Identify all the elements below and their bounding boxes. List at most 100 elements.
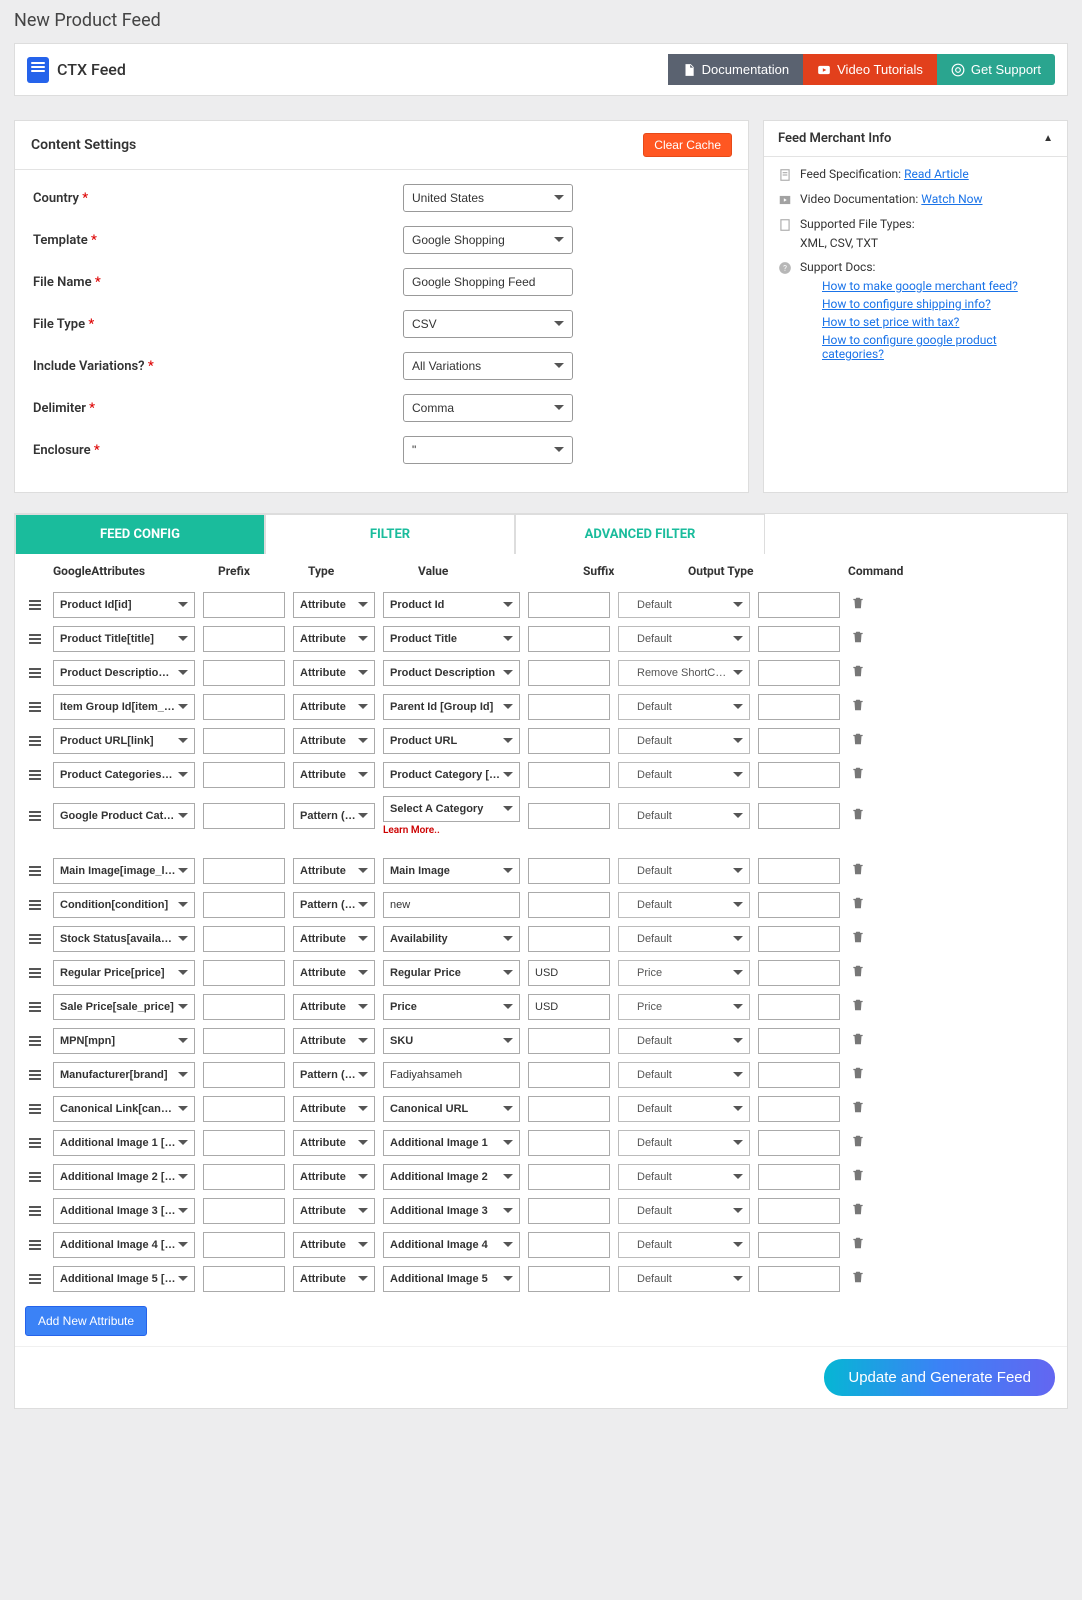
value-select[interactable]: Price [383,994,520,1020]
prefix-input[interactable] [203,660,285,686]
command-input[interactable] [758,858,840,884]
suffix-input[interactable] [528,858,610,884]
prefix-input[interactable] [203,626,285,652]
prefix-input[interactable] [203,592,285,618]
value-select[interactable]: Canonical URL [383,1096,520,1122]
type-select[interactable]: Attribute [293,728,375,754]
support-doc-link[interactable]: How to set price with tax? [822,315,959,329]
command-input[interactable] [758,1266,840,1292]
drag-handle-icon[interactable] [27,600,45,610]
prefix-input[interactable] [203,1232,285,1258]
value-select[interactable]: Additional Image 4 [383,1232,520,1258]
delete-row-button[interactable] [851,1032,865,1049]
output-type-select[interactable]: Default [618,728,750,754]
drag-handle-icon[interactable] [27,1138,45,1148]
drag-handle-icon[interactable] [27,736,45,746]
suffix-input[interactable] [528,762,610,788]
value-select[interactable]: Product Id [383,592,520,618]
get-support-button[interactable]: Get Support [937,54,1055,85]
delete-row-button[interactable] [851,1100,865,1117]
command-input[interactable] [758,892,840,918]
drag-handle-icon[interactable] [27,1240,45,1250]
prefix-input[interactable] [203,926,285,952]
google-attribute-select[interactable]: Product Id[id] [53,592,195,618]
value-input[interactable] [383,1062,520,1088]
type-select[interactable]: Attribute [293,592,375,618]
suffix-input[interactable] [528,626,610,652]
output-type-select[interactable]: Default [618,1130,750,1156]
value-select[interactable]: Availability [383,926,520,952]
prefix-input[interactable] [203,1028,285,1054]
delete-row-button[interactable] [851,698,865,715]
value-select[interactable]: Parent Id [Group Id] [383,694,520,720]
delete-row-button[interactable] [851,732,865,749]
watch-now-link[interactable]: Watch Now [921,192,982,206]
prefix-input[interactable] [203,1164,285,1190]
value-select[interactable]: Additional Image 2 [383,1164,520,1190]
drag-handle-icon[interactable] [27,811,45,821]
suffix-input[interactable] [528,1096,610,1122]
prefix-input[interactable] [203,892,285,918]
google-attribute-select[interactable]: Main Image[image_link [53,858,195,884]
delete-row-button[interactable] [851,1168,865,1185]
command-input[interactable] [758,762,840,788]
drag-handle-icon[interactable] [27,1206,45,1216]
prefix-input[interactable] [203,1062,285,1088]
delete-row-button[interactable] [851,630,865,647]
tab-advanced-filter[interactable]: ADVANCED FILTER [515,514,765,554]
suffix-input[interactable] [528,1164,610,1190]
type-select[interactable]: Attribute [293,960,375,986]
delete-row-button[interactable] [851,1066,865,1083]
value-select[interactable]: Product Description [383,660,520,686]
google-attribute-select[interactable]: Additional Image 3 [ad [53,1198,195,1224]
command-input[interactable] [758,994,840,1020]
command-input[interactable] [758,803,840,829]
output-type-select[interactable]: Default [618,1198,750,1224]
type-select[interactable]: Pattern (Sta [293,1062,375,1088]
google-attribute-select[interactable]: Google Product Catego [53,803,195,829]
delete-row-button[interactable] [851,1270,865,1287]
command-input[interactable] [758,1232,840,1258]
command-input[interactable] [758,1164,840,1190]
output-type-select[interactable]: Default [618,626,750,652]
command-input[interactable] [758,694,840,720]
google-attribute-select[interactable]: Stock Status[availability [53,926,195,952]
collapse-icon[interactable]: ▲ [1043,133,1053,144]
type-select[interactable]: Pattern (Sta [293,803,375,829]
delete-row-button[interactable] [851,1202,865,1219]
drag-handle-icon[interactable] [27,968,45,978]
google-attribute-select[interactable]: Canonical Link[canonic [53,1096,195,1122]
command-input[interactable] [758,1062,840,1088]
template-select[interactable]: Google Shopping [403,226,573,254]
add-new-attribute-button[interactable]: Add New Attribute [25,1306,147,1336]
delete-row-button[interactable] [851,1134,865,1151]
read-article-link[interactable]: Read Article [904,167,969,181]
prefix-input[interactable] [203,694,285,720]
output-type-select[interactable]: Default [618,892,750,918]
output-type-select[interactable]: Price [618,960,750,986]
value-select[interactable]: Regular Price [383,960,520,986]
suffix-input[interactable] [528,592,610,618]
output-type-select[interactable]: Default [618,1062,750,1088]
type-select[interactable]: Attribute [293,1096,375,1122]
prefix-input[interactable] [203,1096,285,1122]
prefix-input[interactable] [203,960,285,986]
suffix-input[interactable] [528,1130,610,1156]
suffix-input[interactable] [528,1198,610,1224]
type-select[interactable]: Attribute [293,1266,375,1292]
tab-filter[interactable]: FILTER [265,514,515,554]
drag-handle-icon[interactable] [27,1036,45,1046]
delete-row-button[interactable] [851,807,865,824]
google-attribute-select[interactable]: Additional Image 4 [ad [53,1232,195,1258]
suffix-input[interactable] [528,694,610,720]
delete-row-button[interactable] [851,862,865,879]
country-select[interactable]: United States [403,184,573,212]
google-attribute-select[interactable]: Regular Price[price] [53,960,195,986]
output-type-select[interactable]: Remove ShortCodes [618,660,750,686]
value-select[interactable]: Product URL [383,728,520,754]
suffix-input[interactable] [528,960,610,986]
output-type-select[interactable]: Default [618,1164,750,1190]
google-attribute-select[interactable]: Sale Price[sale_price] [53,994,195,1020]
prefix-input[interactable] [203,803,285,829]
type-select[interactable]: Attribute [293,626,375,652]
